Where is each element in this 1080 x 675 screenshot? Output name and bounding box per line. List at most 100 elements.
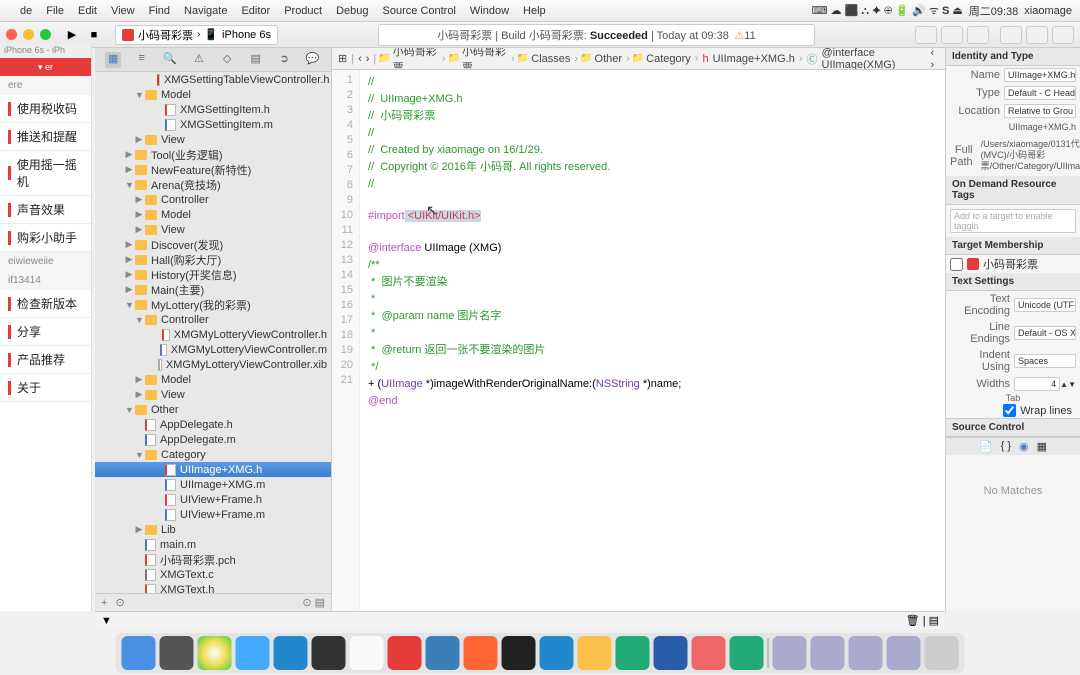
sim-list-item[interactable]: 关于 — [0, 374, 91, 402]
text-encoding-select[interactable]: Unicode (UTF-8) — [1014, 298, 1076, 312]
tree-item[interactable]: ▶Hall(购彩大厅) — [95, 252, 331, 267]
nav-symbol-icon[interactable]: ≡ — [134, 52, 150, 68]
tree-item[interactable]: XMGMyLotteryViewController.m — [95, 342, 331, 357]
navigator-tabs[interactable]: ▦ ≡ 🔍 ⚠ ◇ ▤ ➲ 💬 — [95, 48, 331, 72]
nav-log-icon[interactable]: 💬 — [305, 52, 321, 68]
tree-item[interactable]: ▶NewFeature(新特性) — [95, 162, 331, 177]
tree-item[interactable]: ▼Other — [95, 402, 331, 417]
menu-xcode[interactable]: de — [20, 5, 32, 17]
tree-item[interactable]: ▼Controller — [95, 312, 331, 327]
utilities-inspector: Identity and Type NameUIImage+XMG.h Type… — [945, 48, 1080, 611]
resource-tags-input[interactable]: Add to a target to enable taggin — [950, 209, 1076, 233]
line-endings-select[interactable]: Default - OS X / — [1014, 326, 1076, 340]
back-icon[interactable]: ‹ — [358, 53, 362, 65]
sim-list-item[interactable]: 使用摇一摇机 — [0, 151, 91, 196]
sim-list-item[interactable]: 使用税收码 — [0, 95, 91, 123]
tree-item[interactable]: XMGSettingItem.m — [95, 117, 331, 132]
tree-item[interactable]: ▶Tool(业务逻辑) — [95, 147, 331, 162]
tree-item[interactable]: XMGMyLotteryViewController.h — [95, 327, 331, 342]
menu-file[interactable]: File — [46, 5, 64, 17]
tree-item[interactable]: AppDelegate.m — [95, 432, 331, 447]
tree-item[interactable]: XMGSettingTableViewController.h — [95, 72, 331, 87]
tree-item[interactable]: XMGMyLotteryViewController.xib — [95, 357, 331, 372]
tree-item[interactable]: ▶Model — [95, 207, 331, 222]
tree-item[interactable]: ▼MyLottery(我的彩票) — [95, 297, 331, 312]
file-tree[interactable]: XMGSettingTableViewController.h▼ModelXMG… — [95, 72, 331, 593]
tree-item[interactable]: UIImage+XMG.h — [95, 462, 331, 477]
menubar-clock[interactable]: 周二09:38 — [969, 3, 1019, 19]
tree-item[interactable]: XMGText.c — [95, 567, 331, 582]
tree-item[interactable]: ▶Model — [95, 372, 331, 387]
navigator-footer[interactable]: +⊙⊙ ▤ — [95, 593, 331, 611]
tree-item[interactable]: XMGSettingItem.h — [95, 102, 331, 117]
related-items-icon[interactable]: ⊞ — [338, 52, 347, 65]
debug-hide-icon[interactable]: ▼ — [101, 615, 112, 627]
tree-item[interactable]: AppDelegate.h — [95, 417, 331, 432]
sim-list-item[interactable]: 购彩小助手 — [0, 224, 91, 252]
menu-source-control[interactable]: Source Control — [383, 5, 456, 17]
nav-search-icon[interactable]: 🔍 — [162, 52, 178, 68]
scheme-selector[interactable]: 小码哥彩票›📱iPhone 6s — [115, 25, 278, 45]
nav-project-icon[interactable]: ▦ — [105, 52, 121, 68]
menu-editor[interactable]: Editor — [241, 5, 270, 17]
identity-name-input[interactable]: UIImage+XMG.h — [1004, 68, 1076, 82]
tree-item[interactable]: ▶View — [95, 387, 331, 402]
sim-list-item[interactable]: 检查新版本 — [0, 290, 91, 318]
sim-list-item[interactable]: 产品推荐 — [0, 346, 91, 374]
menu-product[interactable]: Product — [284, 5, 322, 17]
macos-dock[interactable] — [116, 633, 965, 673]
target-membership-checkbox[interactable]: 小码哥彩票 — [946, 255, 1080, 273]
tree-item[interactable]: ▶View — [95, 132, 331, 147]
menu-find[interactable]: Find — [149, 5, 170, 17]
menu-view[interactable]: View — [111, 5, 135, 17]
identity-location-select[interactable]: Relative to Grou — [1004, 104, 1076, 118]
jump-bar[interactable]: ⊞ | ‹ › | 📁小码哥彩票› 📁小码哥彩票› 📁Classes› 📁Oth… — [332, 48, 945, 70]
tree-item[interactable]: UIImage+XMG.m — [95, 477, 331, 492]
menubar-extras[interactable]: ⌨ ☁ ⬛ ⛬ ✦ ⊕ 🔋 🔊 ᯤ S ⏏ — [812, 3, 963, 18]
menu-debug[interactable]: Debug — [336, 5, 368, 17]
tree-item[interactable]: XMGText.h — [95, 582, 331, 593]
tree-item[interactable]: ▶Controller — [95, 192, 331, 207]
nav-issue-icon[interactable]: ⚠ — [191, 52, 207, 68]
tree-item[interactable]: ▶Lib — [95, 522, 331, 537]
forward-icon[interactable]: › — [366, 53, 370, 65]
indent-using-select[interactable]: Spaces — [1014, 354, 1076, 368]
source-code[interactable]: // // UIImage+XMG.h // 小码哥彩票 // // Creat… — [360, 70, 945, 611]
tree-item[interactable]: ▶Discover(发现) — [95, 237, 331, 252]
sim-list-item[interactable]: ere — [0, 76, 91, 95]
editor-view-buttons[interactable] — [915, 26, 1074, 44]
nav-arrows[interactable]: ‹ › — [930, 48, 939, 70]
stop-button[interactable]: ■ — [85, 26, 103, 44]
tree-item[interactable]: ▶History(开奖信息) — [95, 267, 331, 282]
sim-list-item[interactable]: eiwieweiie — [0, 252, 91, 271]
traffic-lights[interactable] — [6, 29, 51, 40]
tree-item[interactable]: 小码哥彩票.pch — [95, 552, 331, 567]
identity-type-select[interactable]: Default - C Head — [1004, 86, 1076, 100]
nav-breakpoint-icon[interactable]: ➲ — [276, 52, 292, 68]
sim-list-item[interactable]: 推送和提醒 — [0, 123, 91, 151]
wrap-lines-checkbox[interactable] — [1003, 404, 1016, 417]
sim-list-item[interactable]: if13414 — [0, 271, 91, 290]
menubar-user[interactable]: xiaomage — [1024, 5, 1072, 17]
tree-item[interactable]: main.m — [95, 537, 331, 552]
menu-navigate[interactable]: Navigate — [184, 5, 227, 17]
tree-item[interactable]: UIView+Frame.h — [95, 492, 331, 507]
sim-list-item[interactable]: 分享 — [0, 318, 91, 346]
menu-window[interactable]: Window — [470, 5, 509, 17]
nav-test-icon[interactable]: ◇ — [219, 52, 235, 68]
nav-debug-icon[interactable]: ▤ — [248, 52, 264, 68]
tree-item[interactable]: UIView+Frame.m — [95, 507, 331, 522]
tree-item[interactable]: ▶View — [95, 222, 331, 237]
tree-item[interactable]: ▶Main(主要) — [95, 282, 331, 297]
debug-bar[interactable]: ▼ 🗑 | ▤ — [95, 611, 945, 629]
ios-simulator-window[interactable]: iPhone 6s - iPh ▾ er ere使用税收码推送和提醒使用摇一摇机… — [0, 44, 92, 611]
run-button[interactable]: ▶ — [63, 26, 81, 44]
width-stepper[interactable]: 4 — [1014, 377, 1060, 391]
tree-item[interactable]: ▼Category — [95, 447, 331, 462]
menu-edit[interactable]: Edit — [78, 5, 97, 17]
tree-item[interactable]: ▼Arena(竞技场) — [95, 177, 331, 192]
sim-list-item[interactable]: 声音效果 — [0, 196, 91, 224]
tree-item[interactable]: ▼Model — [95, 87, 331, 102]
menu-help[interactable]: Help — [523, 5, 546, 17]
library-tabs[interactable]: 📄{ }◉▦ — [946, 437, 1080, 455]
